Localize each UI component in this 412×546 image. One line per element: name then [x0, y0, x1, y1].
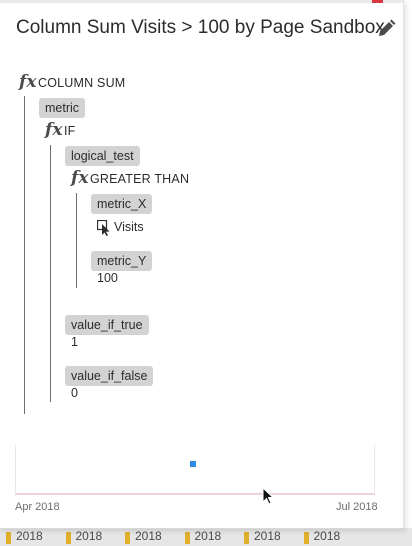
strip-marker — [65, 532, 71, 544]
fx-icon: fx — [71, 168, 89, 188]
param-tag-logical-test: logical_test — [65, 146, 140, 166]
tree-line-level-1 — [24, 96, 25, 414]
strip-year-label: 2018 — [254, 529, 281, 543]
value-if-true: 1 — [71, 335, 78, 349]
popover-title: Column Sum Visits > 100 by Page Sandbox — [16, 17, 385, 38]
red-indicator — [372, 0, 383, 3]
strip-marker — [184, 532, 190, 544]
strip-marker — [125, 532, 130, 544]
chart-end-label: Jul 2018 — [336, 501, 378, 513]
function-name-greater-than: GREATER THAN — [90, 172, 190, 186]
strip-marker — [244, 532, 249, 544]
param-tag-value-if-true: value_if_true — [65, 315, 149, 335]
pencil-icon[interactable] — [375, 18, 397, 40]
function-name-column-sum: COLUMN SUM — [38, 76, 126, 90]
trend-chart — [15, 445, 375, 495]
formula-preview-popover: Column Sum Visits > 100 by Page Sandbox … — [0, 0, 404, 529]
fx-icon: fx — [19, 72, 37, 92]
strip-year-label: 2018 — [194, 529, 222, 543]
metric-x-value: Visits — [114, 220, 144, 234]
fx-icon: fx — [45, 120, 63, 140]
strip-marker — [6, 532, 11, 544]
strip-year-label: 2018 — [75, 529, 103, 543]
background-timeline-strip: 2018 2018 2018 2018 2018 2018 — [0, 528, 412, 546]
chart-plot-area — [15, 445, 375, 495]
cursor-icon — [97, 220, 110, 236]
chart-point — [190, 461, 196, 467]
strip-year-label: 2018 — [135, 529, 162, 543]
param-tag-metric-x: metric_X — [91, 194, 153, 214]
chart-start-label: Apr 2018 — [15, 501, 60, 513]
param-tag-metric: metric — [39, 98, 86, 118]
param-tag-metric-y: metric_Y — [91, 251, 153, 271]
metric-y-value: 100 — [97, 271, 118, 285]
param-tag-value-if-false: value_if_false — [65, 366, 154, 386]
top-strip — [0, 0, 403, 3]
strip-year-label: 2018 — [313, 529, 341, 543]
strip-marker — [303, 532, 309, 544]
mouse-pointer-icon — [262, 487, 274, 505]
value-if-false: 0 — [71, 386, 78, 400]
tree-line-level-3 — [76, 193, 77, 288]
function-name-if: IF — [64, 124, 76, 138]
tree-line-level-2 — [50, 145, 51, 402]
strip-year-label: 2018 — [16, 529, 43, 543]
